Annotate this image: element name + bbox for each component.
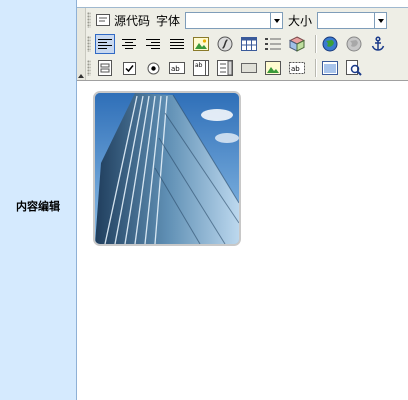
form-button[interactable] [95, 58, 115, 78]
textarea-icon: ab [193, 60, 209, 76]
font-select[interactable] [185, 11, 284, 29]
align-center-icon [122, 39, 136, 49]
toolbar-grip [87, 60, 91, 76]
font-label: 字体 [156, 13, 181, 28]
size-dropdown-icon[interactable] [374, 12, 387, 28]
cube-icon [289, 36, 305, 52]
insert-image-button[interactable] [191, 34, 211, 54]
checkbox-icon [122, 61, 136, 75]
align-left-button[interactable] [95, 34, 115, 54]
insert-link-button[interactable] [320, 34, 340, 54]
svg-text:ab: ab [195, 62, 203, 69]
button-icon [241, 63, 257, 73]
source-code-icon [96, 14, 110, 26]
select-field-button[interactable] [215, 58, 235, 78]
justify-button[interactable] [167, 34, 187, 54]
list-icon [265, 38, 281, 50]
source-button-label: 源代码 [114, 13, 151, 28]
toolbar-row-2 [87, 33, 392, 55]
toolbar-row-1: 源代码 字体 大小 [87, 9, 392, 31]
align-center-button[interactable] [119, 34, 139, 54]
collapse-toolbar-icon[interactable] [78, 74, 84, 78]
anchor-button[interactable] [368, 34, 388, 54]
insert-flash-button[interactable] [215, 34, 235, 54]
size-label: 大小 [288, 13, 313, 28]
toolbar-separator [315, 35, 316, 53]
toolbar-row-3: ab ab ab [87, 57, 368, 79]
globe-link-icon [322, 36, 338, 52]
select-field-icon [217, 60, 233, 76]
unlink-button[interactable] [344, 34, 364, 54]
form-page: 内容编辑 源代码 字体 大小 ab ab ab [0, 0, 408, 400]
unlink-icon [346, 36, 362, 52]
checkbox-button[interactable] [119, 58, 139, 78]
insert-table-button[interactable] [239, 34, 259, 54]
skyscraper-image [95, 93, 239, 244]
preview-button[interactable] [344, 58, 364, 78]
radio-icon [147, 62, 159, 74]
size-select[interactable] [317, 11, 388, 29]
flash-icon [217, 36, 233, 52]
justify-icon [170, 39, 184, 49]
label-column: 内容编辑 [0, 0, 77, 400]
toolbar-gutter [77, 8, 86, 80]
select-all-button[interactable] [320, 58, 340, 78]
align-left-icon [98, 39, 112, 49]
preview-icon [346, 60, 362, 76]
image-button-icon [265, 61, 281, 75]
content-image[interactable] [93, 91, 241, 246]
font-dropdown-icon[interactable] [270, 12, 283, 28]
content-edit-label: 内容编辑 [16, 200, 60, 213]
select-all-icon [322, 61, 338, 75]
toolbar-separator [315, 59, 316, 77]
table-icon [241, 37, 257, 51]
toolbar-grip [87, 36, 91, 52]
image-icon [193, 37, 209, 51]
radio-button-tool[interactable] [143, 58, 163, 78]
hidden-field-icon: ab [289, 62, 305, 74]
textarea-button[interactable]: ab [191, 58, 211, 78]
list-button[interactable] [263, 34, 283, 54]
anchor-icon [371, 36, 385, 51]
image-button-tool[interactable] [263, 58, 283, 78]
editor-toolbar: 源代码 字体 大小 ab ab ab [77, 8, 408, 81]
insert-object-button[interactable] [287, 34, 307, 54]
form-icon [98, 60, 112, 76]
align-right-icon [146, 39, 160, 49]
hidden-field-button[interactable]: ab [287, 58, 307, 78]
text-field-icon: ab [169, 62, 185, 74]
svg-text:ab: ab [171, 65, 180, 73]
text-field-button[interactable]: ab [167, 58, 187, 78]
toolbar-grip [87, 12, 91, 28]
button-field-button[interactable] [239, 58, 259, 78]
align-right-button[interactable] [143, 34, 163, 54]
source-button[interactable]: 源代码 [95, 12, 150, 29]
svg-text:ab: ab [291, 65, 300, 73]
